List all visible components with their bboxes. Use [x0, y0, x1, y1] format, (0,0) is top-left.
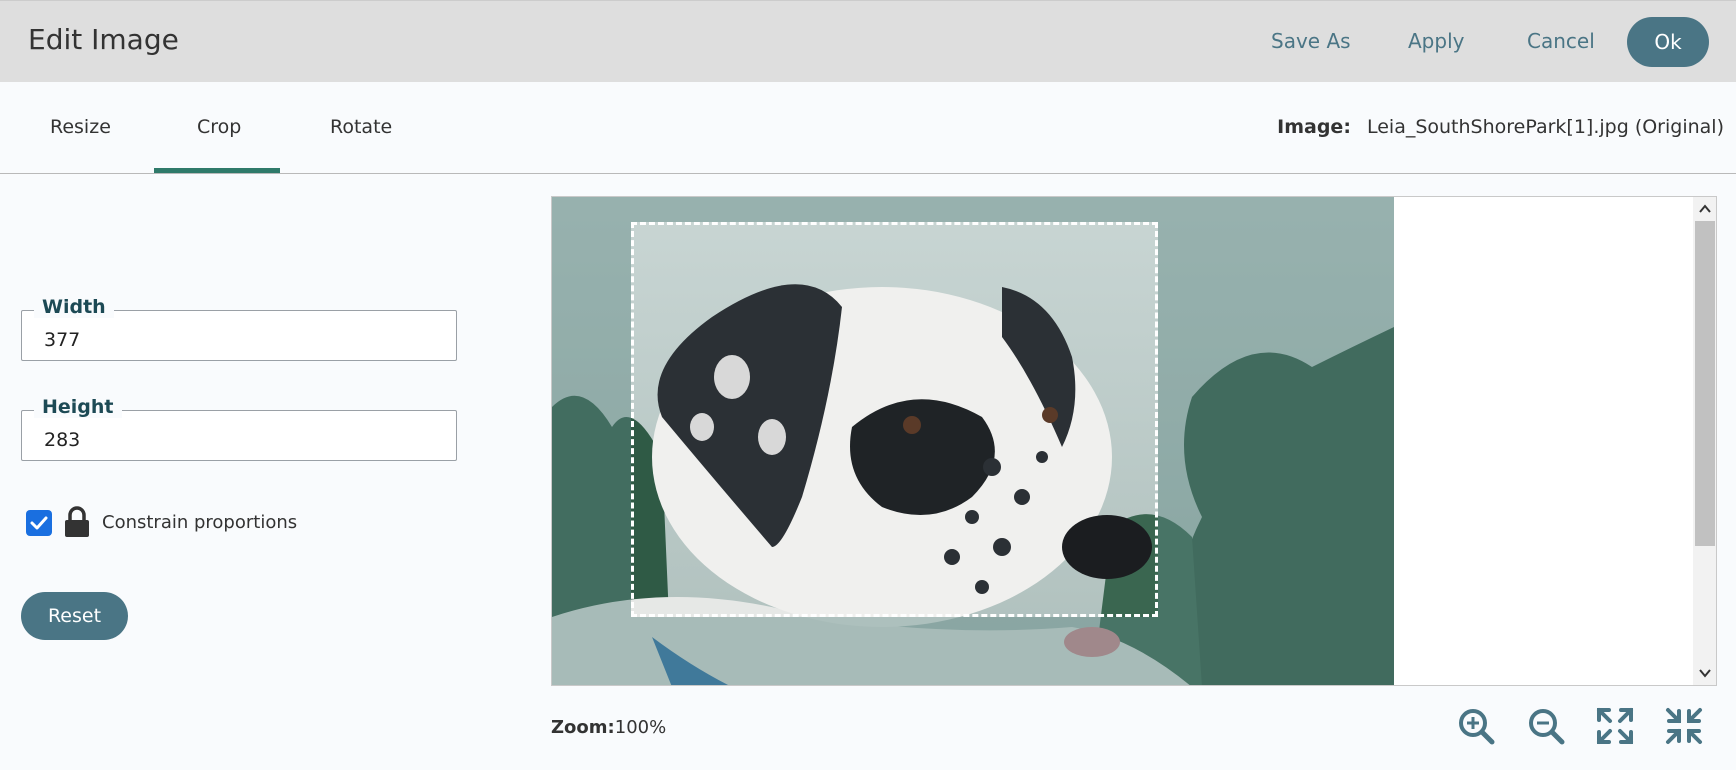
active-tab-indicator [154, 168, 280, 173]
constrain-proportions-label: Constrain proportions [102, 512, 298, 533]
scroll-down-arrow-icon[interactable] [1697, 665, 1713, 681]
tab-crop[interactable]: Crop [197, 116, 241, 138]
scroll-up-arrow-icon[interactable] [1697, 201, 1713, 217]
compress-icon[interactable] [1664, 706, 1704, 746]
tab-resize[interactable]: Resize [50, 116, 111, 138]
editor-header: Edit Image Save As Apply Cancel Ok [0, 0, 1736, 82]
reset-button[interactable]: Reset [21, 592, 128, 640]
height-input[interactable] [22, 411, 456, 460]
cancel-button[interactable]: Cancel [1527, 29, 1595, 53]
width-field: Width [21, 296, 457, 361]
image-info-label: Image: [1277, 116, 1351, 138]
width-input[interactable] [22, 311, 456, 360]
tab-rotate[interactable]: Rotate [330, 116, 392, 138]
scrollbar-thumb[interactable] [1695, 221, 1715, 546]
height-field: Height [21, 396, 457, 461]
page-title: Edit Image [28, 23, 179, 56]
vertical-scrollbar[interactable] [1693, 197, 1716, 685]
ok-button[interactable]: Ok [1627, 17, 1709, 67]
save-as-button[interactable]: Save As [1271, 29, 1351, 53]
zoom-out-icon[interactable] [1526, 706, 1566, 746]
tab-bar: Resize Crop Rotate Image: Leia_SouthShor… [0, 82, 1736, 174]
zoom-label: Zoom: [551, 717, 615, 738]
image-info: Image: Leia_SouthShorePark[1].jpg (Origi… [1277, 116, 1724, 138]
zoom-level: Zoom:100% [551, 717, 666, 738]
apply-button[interactable]: Apply [1408, 29, 1464, 53]
lock-icon [65, 506, 89, 537]
image-canvas[interactable] [551, 196, 1717, 686]
checkmark-icon [30, 516, 48, 530]
crop-selection-box[interactable] [631, 222, 1158, 617]
constrain-proportions-checkbox[interactable] [26, 510, 52, 536]
zoom-in-icon[interactable] [1456, 706, 1496, 746]
zoom-value: 100% [614, 717, 667, 738]
image-filename: Leia_SouthShorePark[1].jpg (Original) [1366, 116, 1724, 138]
expand-icon[interactable] [1595, 706, 1635, 746]
